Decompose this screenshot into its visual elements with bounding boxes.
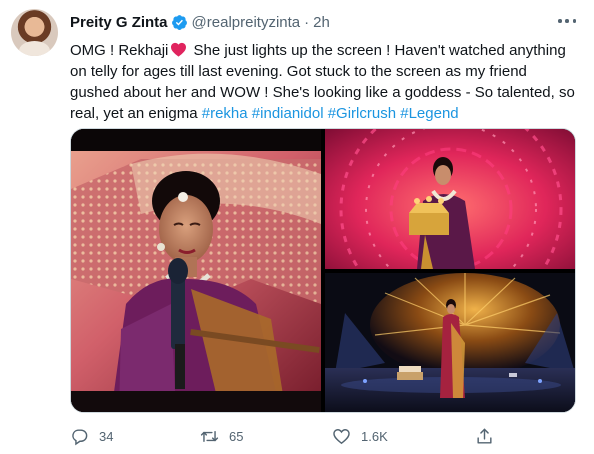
tweet-photo-2[interactable] — [325, 129, 575, 269]
avatar[interactable] — [11, 9, 58, 56]
more-dot-icon — [558, 19, 562, 23]
tweet-photo-1[interactable] — [71, 129, 321, 412]
hashtag-link[interactable]: #Girlcrush — [328, 105, 396, 122]
more-options-button[interactable] — [556, 14, 578, 28]
separator-dot: · — [304, 13, 310, 31]
hashtag-link[interactable]: #indianidol — [252, 105, 324, 122]
tweet-card[interactable]: Preity G Zinta @realpreityzinta · 2h OMG… — [0, 0, 594, 454]
photo-2-image — [325, 129, 575, 269]
tweet-header: Preity G Zinta @realpreityzinta · 2h — [70, 12, 330, 32]
reply-icon — [72, 428, 88, 445]
like-button[interactable]: 1.6K — [332, 424, 388, 448]
reply-count: 34 — [99, 428, 114, 444]
heart-icon — [333, 428, 350, 444]
tweet-text: OMG ! Rekhaji She just lights up the scr… — [70, 40, 580, 124]
tweet-actions-bar: 34 65 1.6K — [70, 424, 510, 448]
share-icon — [477, 428, 492, 444]
more-dot-icon — [572, 19, 576, 23]
red-heart-emoji-icon — [171, 42, 187, 57]
tweet-photo-3[interactable] — [325, 273, 575, 412]
display-name[interactable]: Preity G Zinta — [70, 14, 168, 31]
retweet-count: 65 — [229, 428, 244, 444]
avatar-shoulders — [19, 41, 50, 56]
tweet-text-start: OMG ! Rekhaji — [70, 42, 169, 59]
user-handle[interactable]: @realpreityzinta — [192, 14, 301, 31]
more-dot-icon — [565, 19, 569, 23]
reply-button[interactable]: 34 — [70, 424, 113, 448]
retweet-button[interactable]: 65 — [200, 424, 243, 448]
like-count: 1.6K — [361, 428, 388, 444]
verified-badge-icon — [171, 14, 187, 30]
share-button[interactable] — [475, 424, 494, 448]
hashtag-link[interactable]: #Legend — [400, 105, 458, 122]
photo-1-image — [71, 129, 321, 412]
media-grid — [70, 128, 576, 413]
retweet-icon — [200, 430, 219, 442]
hashtag-link[interactable]: #rekha — [202, 105, 248, 122]
photo-3-image — [325, 273, 575, 412]
tweet-timestamp[interactable]: 2h — [313, 14, 330, 31]
